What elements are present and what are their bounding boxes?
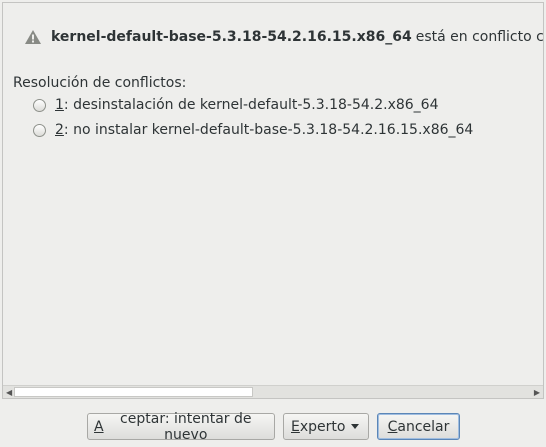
conflict-panel: kernel-default-base-5.3.18-54.2.16.15.x8… [2, 2, 544, 399]
expert-menu-button[interactable]: Experto [283, 413, 369, 440]
horizontal-scrollbar[interactable]: ◀ ▶ [3, 385, 543, 398]
accept-retry-button[interactable]: Aceptar: intentar de nuevo [87, 411, 275, 443]
scroll-left-icon[interactable]: ◀ [6, 388, 12, 397]
chevron-down-icon [351, 424, 359, 429]
option-label: 1: desinstalación de kernel-default-5.3.… [55, 97, 439, 113]
option-label: 2: no instalar kernel-default-base-5.3.1… [55, 122, 474, 138]
resolution-option-1[interactable]: 1: desinstalación de kernel-default-5.3.… [33, 97, 439, 113]
conflict-message: está en conflicto con kernel [415, 29, 544, 45]
conflict-header: kernel-default-base-5.3.18-54.2.16.15.x8… [24, 27, 544, 47]
radio-button[interactable] [33, 123, 46, 137]
cancel-button[interactable]: Cancelar [377, 413, 460, 440]
resolution-label: Resolución de conflictos: [13, 75, 187, 91]
resolution-option-2[interactable]: 2: no instalar kernel-default-base-5.3.1… [33, 122, 473, 138]
scroll-right-icon[interactable]: ▶ [534, 388, 540, 397]
conflict-package-name: kernel-default-base-5.3.18-54.2.16.15.x8… [51, 29, 412, 45]
radio-button[interactable] [33, 98, 46, 112]
scrollbar-thumb[interactable] [14, 387, 253, 397]
warning-icon [24, 29, 42, 45]
